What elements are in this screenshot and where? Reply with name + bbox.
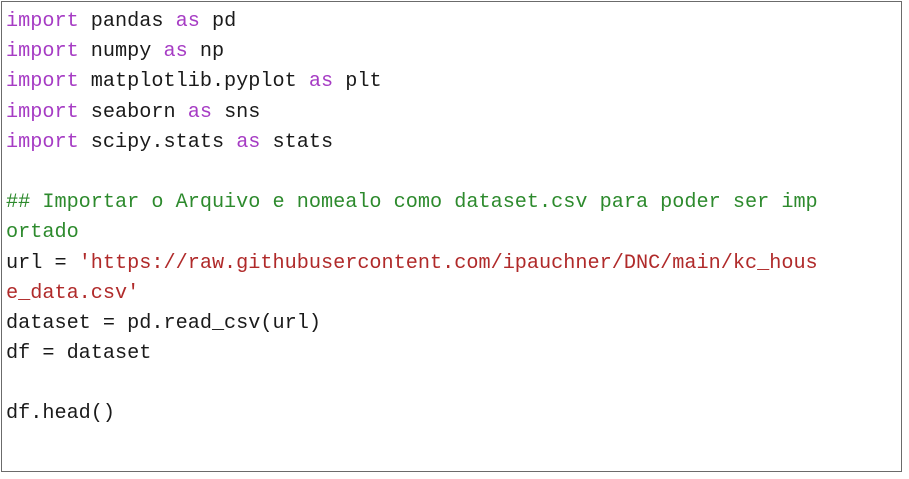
code-text: sns: [211, 100, 261, 124]
code-line: import matplotlib.pyplot as plt: [6, 67, 818, 97]
code-line: import scipy.stats as stats: [6, 128, 818, 158]
code-line: dataset = pd.read_csv(url): [6, 309, 818, 339]
code-line: df = dataset: [6, 339, 818, 369]
code-text: seaborn: [78, 100, 188, 124]
code-line: import numpy as np: [6, 37, 818, 67]
code-text: df = dataset: [6, 342, 152, 366]
code-text: plt: [333, 70, 382, 94]
code-line: df.head(): [6, 399, 818, 429]
code-editor[interactable]: import pandas as pd import numpy as np imp…: [6, 7, 818, 430]
code-text: pd: [199, 10, 237, 33]
code-line: import pandas as pd: [6, 7, 818, 37]
code-text: url =: [6, 251, 79, 275]
code-keyword: import: [6, 70, 79, 94]
code-text: dataset = pd.read_csv(url): [6, 311, 321, 335]
code-text: pandas: [78, 10, 176, 33]
code-keyword: as: [308, 70, 334, 94]
code-keyword: as: [163, 40, 188, 64]
code-comment: ortado: [6, 221, 79, 245]
code-keyword: import: [6, 40, 79, 64]
code-keyword: import: [6, 100, 79, 124]
code-line: ## Importar o Arquivo e nomealo como dat…: [6, 188, 818, 218]
code-text: matplotlib.pyplot: [78, 70, 309, 94]
code-keyword: import: [6, 130, 79, 154]
code-keyword: as: [236, 130, 261, 154]
code-line: ortado: [6, 218, 818, 248]
code-text: stats: [260, 130, 334, 154]
code-line: import seaborn as sns: [6, 98, 818, 128]
code-cell[interactable]: import pandas as pd import numpy as np imp…: [1, 1, 902, 472]
code-string: e_data.csv': [6, 281, 140, 305]
code-keyword: import: [6, 10, 79, 33]
code-text: numpy: [78, 40, 164, 64]
code-text: scipy.stats: [78, 130, 237, 154]
code-keyword: as: [175, 10, 200, 33]
code-keyword: as: [187, 100, 212, 124]
code-text: df.head(): [6, 402, 116, 426]
code-line: url = 'https://raw.githubusercontent.com…: [6, 249, 818, 279]
code-line: e_data.csv': [6, 279, 818, 309]
code-comment: ## Importar o Arquivo e nomealo como dat…: [6, 191, 818, 215]
code-text: np: [187, 40, 225, 64]
code-string: 'https://raw.githubusercontent.com/ipauc…: [78, 251, 818, 275]
